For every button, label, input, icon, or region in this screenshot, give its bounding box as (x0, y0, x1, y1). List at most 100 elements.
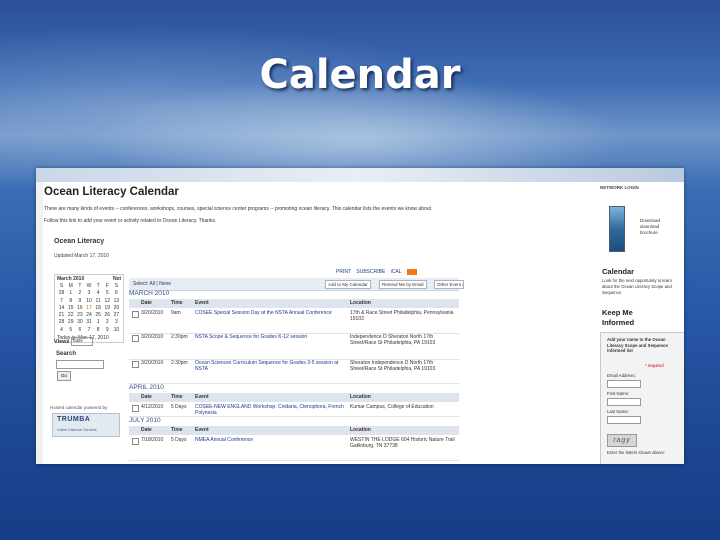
mini-calendar-day-header: T (96, 283, 100, 289)
select-none-link[interactable]: None (159, 281, 171, 287)
column-header-time[interactable]: Time (171, 300, 183, 306)
column-header-date[interactable]: Date (141, 394, 152, 400)
mini-calendar-day[interactable]: 17 (84, 305, 93, 312)
mini-calendar-day[interactable]: 4 (57, 327, 66, 334)
ical-link[interactable]: iCAL (391, 269, 402, 275)
network-login[interactable]: NETWORK LOGIN (600, 185, 639, 190)
row-checkbox[interactable] (132, 438, 139, 445)
search-input[interactable] (56, 360, 104, 369)
remind-button[interactable]: Remind Me by Email (379, 280, 427, 289)
mini-calendar-day[interactable]: 29 (66, 319, 75, 326)
first-name-label: First Name: (607, 391, 630, 396)
mini-calendar-day[interactable]: 10 (112, 327, 121, 334)
mini-calendar-month: March 2010 (57, 276, 85, 282)
event-time: 5 Days (171, 404, 187, 410)
mini-calendar-day[interactable]: 7 (57, 298, 66, 305)
table-row: 3/20/2010 9am COSEE Special Session Day at… (129, 309, 459, 334)
mini-calendar-day[interactable]: 6 (75, 327, 84, 334)
mini-calendar-day[interactable]: 1 (66, 290, 75, 297)
mini-calendar-next[interactable]: Nxt (113, 276, 121, 282)
site-header-bar (36, 168, 684, 182)
required-note: * required (645, 363, 664, 368)
rss-icon[interactable] (406, 269, 417, 275)
mini-calendar-day[interactable]: 4 (94, 290, 103, 297)
mini-calendar-day[interactable]: 30 (75, 319, 84, 326)
intro-link-text[interactable]: Follow this link to add your event or ac… (44, 218, 216, 224)
mini-calendar-day[interactable]: 15 (66, 305, 75, 312)
mini-calendar-day[interactable]: 1 (94, 319, 103, 326)
event-date: 7/18/2010 (141, 437, 164, 443)
mini-calendar-day[interactable]: 5 (103, 290, 112, 297)
mini-calendar-day[interactable]: 22 (66, 312, 75, 319)
column-header-event[interactable]: Event (195, 427, 209, 433)
last-name-field[interactable] (607, 416, 641, 424)
mini-calendar-day[interactable]: 14 (57, 305, 66, 312)
brochure-text[interactable]: Download download brochure (640, 218, 660, 236)
captcha-hint: Enter the letters shown above: (607, 450, 666, 455)
mini-calendar-day[interactable]: 3 (112, 319, 121, 326)
mini-calendar-day[interactable]: 8 (66, 298, 75, 305)
mini-calendar-day[interactable]: 6 (112, 290, 121, 297)
column-header-event[interactable]: Event (195, 394, 209, 400)
brochure-thumbnail[interactable] (609, 206, 625, 252)
mini-calendar-day[interactable]: 18 (94, 305, 103, 312)
first-name-field[interactable] (607, 398, 641, 406)
print-link[interactable]: PRINT (336, 269, 351, 275)
mini-calendar-day[interactable]: 21 (57, 312, 66, 319)
mini-calendar-day[interactable]: 8 (94, 327, 103, 334)
mini-calendar-day[interactable]: 27 (112, 312, 121, 319)
mini-calendar-day[interactable]: 9 (75, 298, 84, 305)
mini-calendar-day[interactable]: 28 (57, 319, 66, 326)
mini-calendar-day[interactable]: 20 (112, 305, 121, 312)
column-header-time[interactable]: Time (171, 394, 183, 400)
views-select[interactable]: Table (71, 337, 94, 346)
mini-calendar-day[interactable]: 13 (112, 298, 121, 305)
select-all-link[interactable]: All (149, 281, 155, 287)
mini-calendar-day[interactable]: 9 (103, 327, 112, 334)
mini-calendar-day[interactable]: 25 (94, 312, 103, 319)
signup-form: Add your name to the Ocean Literacy Scop… (600, 332, 684, 464)
subscribe-link[interactable]: SUBSCRIBE (356, 269, 385, 275)
column-header-date[interactable]: Date (141, 300, 152, 306)
mini-calendar-day[interactable]: 5 (66, 327, 75, 334)
mini-calendar-day[interactable]: 10 (84, 298, 93, 305)
column-header-location[interactable]: Location (350, 394, 371, 400)
mini-calendar-day[interactable]: 7 (84, 327, 93, 334)
column-header-location[interactable]: Location (350, 300, 371, 306)
column-header-event[interactable]: Event (195, 300, 209, 306)
mini-calendar-day[interactable]: 12 (103, 298, 112, 305)
add-to-calendar-button[interactable]: Add to My Calendar (325, 280, 371, 289)
other-actions-select[interactable]: Other Event Actions... (434, 280, 464, 289)
mini-calendar-day[interactable]: 16 (75, 305, 84, 312)
form-intro: Add your name to the Ocean Literacy Scop… (607, 337, 668, 354)
row-checkbox[interactable] (132, 335, 139, 342)
event-location: Independence D Sheraton North 17th Stree… (350, 334, 436, 346)
mini-calendar-day[interactable]: 2 (103, 319, 112, 326)
email-field[interactable] (607, 380, 641, 388)
mini-calendar-day[interactable]: 19 (103, 305, 112, 312)
column-header-location[interactable]: Location (350, 427, 371, 433)
event-title-link[interactable]: NSTA Scope & Sequence for Grades K-12 se… (195, 334, 345, 340)
mini-calendar-day[interactable]: 11 (94, 298, 103, 305)
row-checkbox[interactable] (132, 361, 139, 368)
event-title-link[interactable]: COSEE-NEW ENGLAND Workshop: Cnidaria, Ct… (195, 404, 345, 416)
column-header-date[interactable]: Date (141, 427, 152, 433)
row-checkbox[interactable] (132, 311, 139, 318)
mini-calendar-day[interactable]: 28 (57, 290, 66, 297)
mini-calendar-day[interactable]: 26 (103, 312, 112, 319)
column-header-time[interactable]: Time (171, 427, 183, 433)
event-time: 2:30pm (171, 334, 188, 340)
mini-calendar-day[interactable]: 3 (84, 290, 93, 297)
mini-calendar-day[interactable]: 24 (84, 312, 93, 319)
mini-calendar: March 2010 Nxt SMTWTFS 28 1 2 3 4 5 6 7 8 9 10 11 12… (54, 274, 124, 344)
event-title-link[interactable]: COSEE Special Session Day at the NSTA An… (195, 310, 345, 316)
mini-calendar-days[interactable]: 28 1 2 3 4 5 6 7 8 9 10 11 12 13 14 15 16 17 18 19 20 21 22 23 2… (55, 290, 123, 334)
go-button[interactable]: Go (57, 371, 71, 381)
row-checkbox[interactable] (132, 405, 139, 412)
event-title-link[interactable]: NMEA Annual Conference (195, 437, 345, 443)
mini-calendar-day[interactable]: 2 (75, 290, 84, 297)
mini-calendar-day[interactable]: 23 (75, 312, 84, 319)
event-title-link[interactable]: Ocean Sciences Curriculum Sequence for G… (195, 360, 345, 372)
trumba-logo[interactable]: TRUMBA Online Calendar Services (52, 413, 120, 437)
mini-calendar-day[interactable]: 31 (84, 319, 93, 326)
